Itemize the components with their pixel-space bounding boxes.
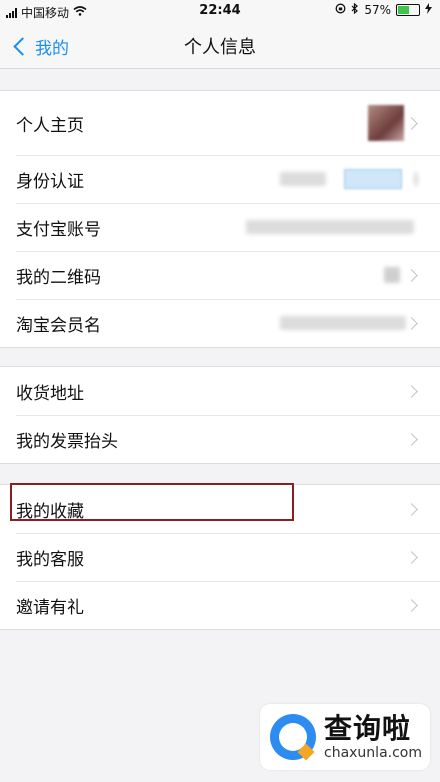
row-label: 我的二维码 bbox=[16, 267, 101, 288]
row-personal-homepage[interactable]: 个人主页 bbox=[0, 91, 440, 155]
address-group: 收货地址 我的发票抬头 bbox=[0, 366, 440, 464]
chevron-right-icon bbox=[405, 116, 418, 130]
profile-info-group: 个人主页 身份认证 支付宝账号 我的二维码 淘宝会员名 bbox=[0, 90, 440, 348]
search-logo-icon bbox=[270, 714, 316, 761]
row-label: 邀请有礼 bbox=[16, 597, 84, 618]
blurred-account bbox=[246, 220, 414, 234]
row-label: 支付宝账号 bbox=[16, 219, 101, 240]
battery-percent: 57% bbox=[364, 3, 391, 17]
row-label: 淘宝会员名 bbox=[16, 315, 101, 336]
bluetooth-icon bbox=[351, 2, 359, 17]
blurred-member-name bbox=[280, 316, 406, 330]
row-label: 我的客服 bbox=[16, 549, 84, 570]
avatar bbox=[368, 105, 404, 141]
blurred-name bbox=[280, 172, 326, 186]
row-invoice-title[interactable]: 我的发票抬头 bbox=[0, 415, 440, 463]
row-invite-rewards[interactable]: 邀请有礼 bbox=[0, 581, 440, 629]
verified-badge bbox=[344, 169, 402, 189]
orientation-lock-icon bbox=[335, 3, 346, 17]
watermark-name: 查询啦 bbox=[324, 712, 412, 745]
row-shipping-address[interactable]: 收货地址 bbox=[0, 367, 440, 415]
row-label: 身份认证 bbox=[16, 171, 84, 192]
watermark-domain: chaxunla.com bbox=[324, 745, 422, 761]
chevron-right-icon bbox=[405, 550, 418, 564]
status-bar: 中国移动 22:44 57% bbox=[0, 0, 440, 22]
chevron-right-icon bbox=[405, 432, 418, 446]
highlight-box bbox=[10, 483, 294, 521]
chevron-right-icon bbox=[405, 502, 418, 516]
row-my-customer-service[interactable]: 我的客服 bbox=[0, 533, 440, 581]
row-label: 我的发票抬头 bbox=[16, 431, 118, 452]
battery-icon bbox=[396, 4, 420, 16]
status-right: 57% bbox=[335, 2, 432, 17]
chevron-right-icon bbox=[405, 316, 418, 330]
row-taobao-member-name[interactable]: 淘宝会员名 bbox=[0, 299, 440, 347]
charging-icon bbox=[425, 3, 432, 17]
qr-code-icon bbox=[384, 267, 400, 283]
row-label: 个人主页 bbox=[16, 115, 84, 136]
blurred-mark bbox=[414, 172, 418, 186]
chevron-right-icon bbox=[405, 268, 418, 282]
row-alipay-account[interactable]: 支付宝账号 bbox=[0, 203, 440, 251]
chevron-right-icon bbox=[405, 598, 418, 612]
navigation-bar: 我的 个人信息 bbox=[0, 22, 440, 69]
chevron-right-icon bbox=[405, 384, 418, 398]
watermark: 查询啦 chaxunla.com bbox=[260, 704, 430, 770]
row-my-qr-code[interactable]: 我的二维码 bbox=[0, 251, 440, 299]
page-title: 个人信息 bbox=[184, 37, 256, 58]
row-label: 收货地址 bbox=[16, 383, 84, 404]
row-identity-verification[interactable]: 身份认证 bbox=[0, 155, 440, 203]
watermark-text: 查询啦 chaxunla.com bbox=[324, 712, 422, 762]
